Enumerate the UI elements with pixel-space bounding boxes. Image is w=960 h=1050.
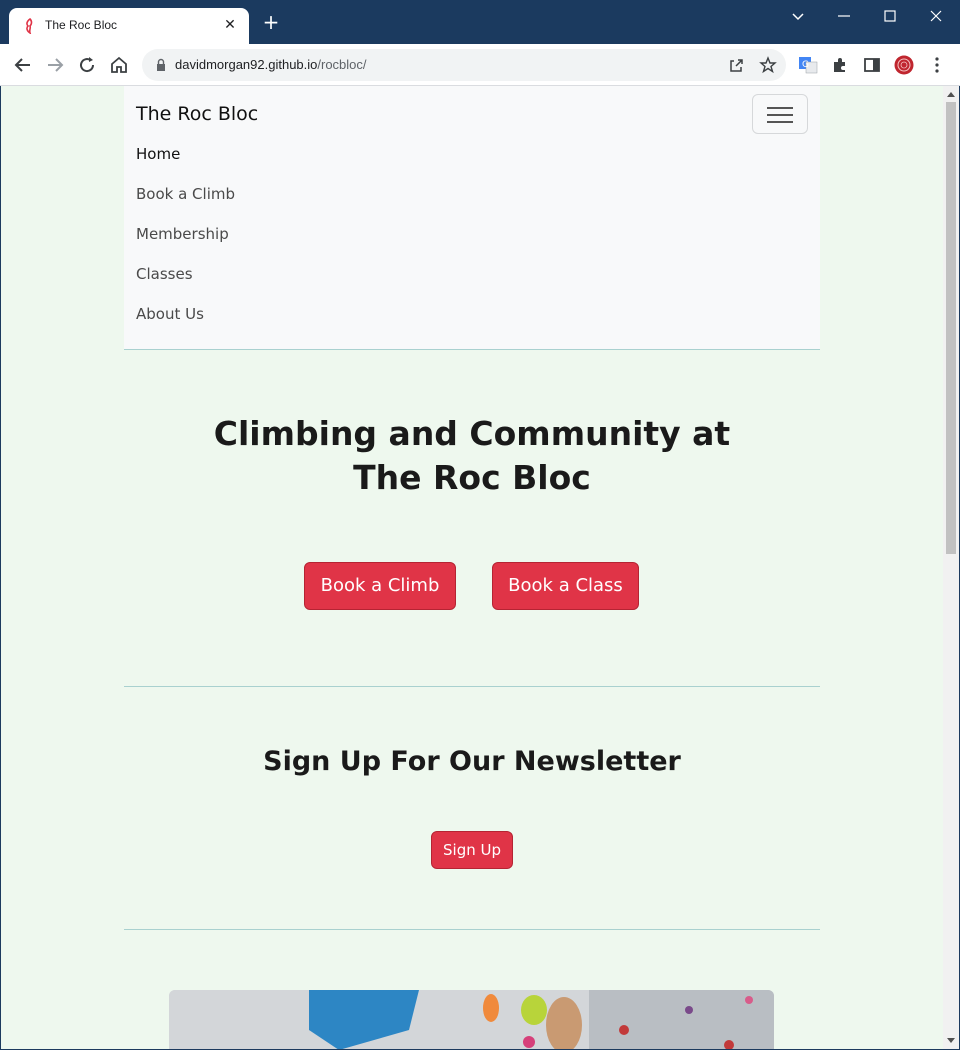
nav-item-membership[interactable]: Membership — [136, 225, 229, 243]
hero-title: Climbing and Community at The Roc Bloc — [124, 412, 820, 500]
star-icon[interactable] — [758, 55, 778, 75]
page-viewport: The Roc Bloc Home Book a Climb Membershi… — [1, 86, 943, 1049]
section-divider — [124, 686, 820, 687]
tab-title: The Roc Bloc — [45, 18, 118, 32]
scroll-up-arrow-icon[interactable] — [947, 92, 955, 97]
nav-item-about-us[interactable]: About Us — [136, 305, 204, 323]
forward-icon[interactable] — [43, 53, 67, 77]
svg-text:G: G — [802, 60, 809, 70]
address-bar[interactable]: davidmorgan92.github.io/rocbloc/ — [142, 49, 786, 81]
navbar-toggler-button[interactable] — [752, 94, 808, 134]
lock-icon[interactable] — [154, 58, 168, 72]
site-brand[interactable]: The Roc Bloc — [136, 103, 258, 125]
hero-title-line2: The Roc Bloc — [353, 458, 591, 497]
nav-item-classes[interactable]: Classes — [136, 265, 193, 283]
sidepanel-icon[interactable] — [862, 55, 882, 75]
site-navbar: The Roc Bloc Home Book a Climb Membershi… — [124, 86, 820, 350]
profile-avatar[interactable] — [894, 55, 914, 75]
scroll-down-arrow-icon[interactable] — [947, 1038, 955, 1043]
tab-close-icon[interactable]: ✕ — [221, 16, 239, 34]
hamburger-line-icon — [767, 121, 793, 123]
minimize-icon[interactable] — [834, 6, 854, 26]
share-icon[interactable] — [726, 55, 746, 75]
page-scrollbar[interactable] — [943, 86, 959, 1049]
sign-up-button[interactable]: Sign Up — [431, 831, 513, 869]
url-text[interactable]: davidmorgan92.github.io/rocbloc/ — [175, 57, 367, 72]
scrollbar-thumb[interactable] — [946, 102, 956, 554]
extensions-icon[interactable] — [830, 55, 850, 75]
hero-title-line1: Climbing and Community at — [213, 414, 731, 453]
browser-titlebar: The Roc Bloc ✕ + — [0, 0, 960, 44]
browser-toolbar: davidmorgan92.github.io/rocbloc/ G — [0, 44, 960, 86]
nav-item-book-a-climb[interactable]: Book a Climb — [136, 185, 235, 203]
section-divider — [124, 929, 820, 930]
tab-search-icon[interactable] — [788, 6, 808, 26]
maximize-icon[interactable] — [880, 6, 900, 26]
window-close-icon[interactable] — [926, 6, 946, 26]
newsletter-title: Sign Up For Our Newsletter — [263, 746, 681, 777]
book-a-climb-button[interactable]: Book a Climb — [304, 562, 456, 610]
home-icon[interactable] — [107, 53, 131, 77]
climber-favicon-icon — [26, 18, 33, 34]
back-icon[interactable] — [11, 53, 35, 77]
nav-item-home[interactable]: Home — [136, 145, 180, 163]
menu-icon[interactable] — [927, 55, 947, 75]
browser-tab[interactable]: The Roc Bloc ✕ — [9, 8, 249, 44]
new-tab-icon[interactable]: + — [262, 12, 280, 32]
hamburger-line-icon — [767, 114, 793, 116]
reload-icon[interactable] — [75, 53, 99, 77]
climbing-photo — [169, 990, 774, 1049]
url-host: davidmorgan92.github.io — [175, 57, 318, 72]
climbing-wall-image — [169, 990, 774, 1049]
translate-icon[interactable]: G — [798, 55, 818, 75]
hamburger-line-icon — [767, 107, 793, 109]
book-a-class-button[interactable]: Book a Class — [492, 562, 639, 610]
url-path: /rocbloc/ — [317, 57, 367, 72]
